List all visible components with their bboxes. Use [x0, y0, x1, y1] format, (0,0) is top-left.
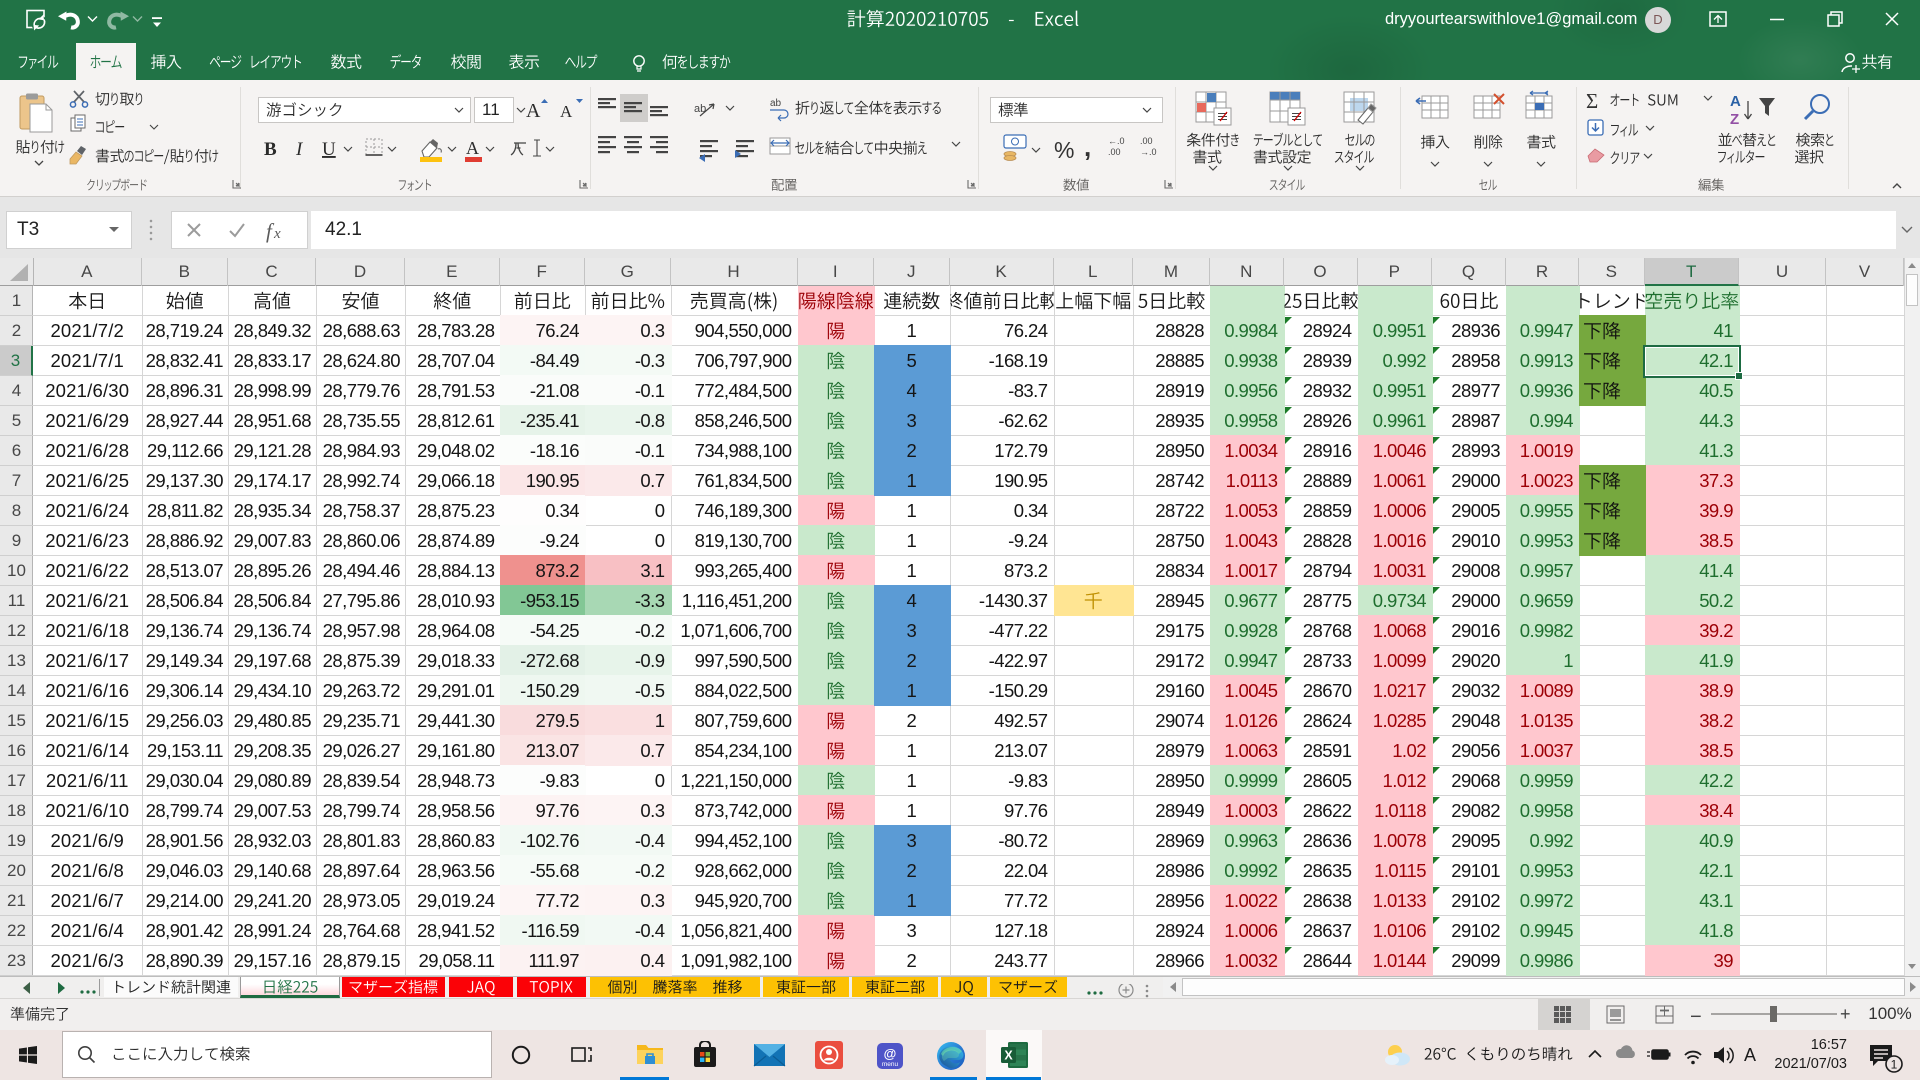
svg-text:Σ: Σ	[1586, 89, 1598, 113]
svg-text:A: A	[1730, 93, 1741, 110]
svg-text:.00: .00	[1108, 147, 1121, 157]
svg-text:ab: ab	[770, 98, 782, 109]
svg-text:%: %	[1054, 137, 1074, 163]
svg-text:→.0: →.0	[1140, 147, 1157, 157]
svg-text:,: ,	[1084, 132, 1091, 162]
svg-text:.00: .00	[1140, 136, 1153, 146]
svg-text:ab: ab	[694, 103, 706, 115]
svg-text:@: @	[884, 1046, 897, 1061]
svg-text:1: 1	[1891, 1058, 1898, 1072]
svg-text:X: X	[1004, 1049, 1013, 1063]
svg-text:←.0: ←.0	[1108, 136, 1125, 146]
svg-text:menu: menu	[882, 1061, 899, 1068]
svg-text:x: x	[273, 226, 281, 242]
svg-text:Z: Z	[1730, 111, 1739, 128]
